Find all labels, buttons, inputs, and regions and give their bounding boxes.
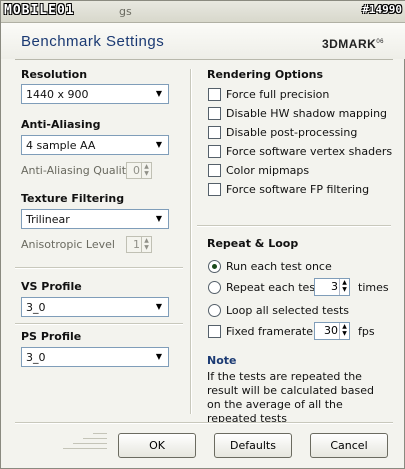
fps-label: fps: [358, 325, 375, 338]
chevron-down-icon: ▼: [155, 214, 163, 223]
spin-down-icon[interactable]: ▼: [340, 286, 349, 293]
vs-profile-dropdown[interactable]: 3_0 ▼: [21, 297, 169, 317]
page-title: Benchmark Settings: [21, 33, 165, 50]
left-divider-2: [15, 323, 183, 325]
aa-quality-value: 0: [133, 164, 140, 177]
column-divider: [190, 69, 192, 414]
rendering-options-title: Rendering Options: [207, 68, 324, 81]
chevron-down-icon: ▼: [155, 140, 163, 149]
option-label: Disable HW shadow mapping: [226, 107, 388, 120]
header: Benchmark Settings 3DMARK06: [1, 23, 405, 59]
ps-profile-value: 3_0: [26, 351, 46, 364]
resolution-dropdown[interactable]: 1440 x 900 ▼: [21, 84, 169, 104]
aa-quality-stepper[interactable]: 0 ▲ ▼: [126, 162, 152, 179]
watermark-id: #14990: [362, 3, 402, 16]
radio-loop-all[interactable]: Loop all selected tests: [208, 303, 349, 319]
defaults-button[interactable]: Defaults: [214, 433, 292, 458]
texture-filtering-label: Texture Filtering: [21, 192, 125, 205]
texture-filtering-dropdown[interactable]: Trilinear ▼: [21, 209, 169, 229]
watermark-logo: MOBILE01: [4, 3, 75, 18]
times-label: times: [358, 281, 389, 294]
spin-down-icon[interactable]: ▼: [142, 244, 151, 251]
radio-label: Repeat each test: [226, 281, 320, 294]
checkbox[interactable]: [208, 107, 221, 120]
anti-aliasing-value: 4 sample AA: [26, 139, 96, 152]
checkbox[interactable]: [208, 325, 221, 338]
option-label: Force software FP filtering: [226, 183, 370, 196]
vs-profile-label: VS Profile: [21, 280, 82, 293]
radio-label: Run each test once: [226, 260, 332, 273]
radio-repeat-each[interactable]: Repeat each test: [208, 280, 320, 296]
option-label: Color mipmaps: [226, 164, 310, 177]
anti-aliasing-label: Anti-Aliasing: [21, 118, 101, 131]
note-title: Note: [207, 354, 237, 367]
resolution-label: Resolution: [21, 68, 88, 81]
texture-filtering-value: Trilinear: [26, 213, 70, 226]
brand-name: 3DMARK: [321, 37, 377, 51]
checkbox[interactable]: [208, 88, 221, 101]
aa-quality-label: Anti-Aliasing Quality: [21, 164, 133, 177]
fps-stepper[interactable]: 30 ▲ ▼: [314, 322, 350, 340]
repeat-loop-title: Repeat & Loop: [207, 237, 299, 250]
brand-version: 06: [376, 39, 384, 45]
anti-aliasing-dropdown[interactable]: 4 sample AA ▼: [21, 135, 169, 155]
rendering-options-list: Force full precision Disable HW shadow m…: [208, 87, 392, 207]
spin-up-icon[interactable]: ▲: [142, 163, 151, 170]
anisotropic-level-label: Anisotropic Level: [21, 238, 115, 251]
footer-divider: [15, 422, 393, 424]
chevron-down-icon: ▼: [155, 302, 163, 311]
radio-label: Loop all selected tests: [226, 304, 350, 317]
spin-up-icon[interactable]: ▲: [340, 279, 349, 286]
chevron-down-icon: ▼: [155, 352, 163, 361]
ps-profile-dropdown[interactable]: 3_0 ▼: [21, 347, 169, 367]
checkbox[interactable]: [208, 145, 221, 158]
brand-logo: 3DMARK06: [322, 37, 384, 51]
option-label: Fixed framerate: [226, 325, 313, 338]
benchmark-settings-window: MOBILE01 gs #14990 Benchmark Settings 3D…: [0, 0, 405, 469]
anisotropic-level-stepper[interactable]: 1 ▲ ▼: [126, 236, 152, 253]
left-divider-1: [15, 267, 183, 269]
fps-value: 30: [324, 324, 338, 337]
note-text: If the tests are repeated the result wil…: [207, 370, 374, 425]
anisotropic-level-value: 1: [133, 238, 140, 251]
chevron-down-icon: ▼: [155, 89, 163, 98]
ps-profile-label: PS Profile: [21, 330, 82, 343]
spin-down-icon[interactable]: ▼: [340, 330, 349, 337]
header-divider: [15, 59, 393, 60]
checkbox[interactable]: [208, 183, 221, 196]
decorative-lines: [63, 433, 107, 457]
ok-button[interactable]: OK: [118, 433, 196, 458]
repeat-count-value: 3: [331, 280, 338, 293]
radio-run-once[interactable]: Run each test once: [208, 259, 332, 275]
radio-button-selected[interactable]: [208, 260, 221, 273]
vs-profile-value: 3_0: [26, 301, 46, 314]
radio-button[interactable]: [208, 281, 221, 294]
right-divider: [197, 225, 391, 227]
title-bar: MOBILE01 gs #14990: [1, 1, 405, 23]
option-label: Force software vertex shaders: [226, 145, 393, 158]
repeat-options: Run each test once Repeat each test 3 ▲ ▼…: [208, 259, 393, 344]
title-text-fragment: gs: [119, 5, 132, 18]
spin-up-icon[interactable]: ▲: [142, 237, 151, 244]
option-label: Disable post-processing: [226, 126, 358, 139]
fixed-framerate-option[interactable]: Fixed framerate: [208, 324, 313, 340]
checkbox[interactable]: [208, 126, 221, 139]
spin-down-icon[interactable]: ▼: [142, 170, 151, 177]
spin-up-icon[interactable]: ▲: [340, 323, 349, 330]
checkbox[interactable]: [208, 164, 221, 177]
cancel-button[interactable]: Cancel: [310, 433, 388, 458]
repeat-count-stepper[interactable]: 3 ▲ ▼: [314, 278, 350, 296]
resolution-value: 1440 x 900: [26, 88, 89, 101]
radio-button[interactable]: [208, 304, 221, 317]
option-label: Force full precision: [226, 88, 330, 101]
